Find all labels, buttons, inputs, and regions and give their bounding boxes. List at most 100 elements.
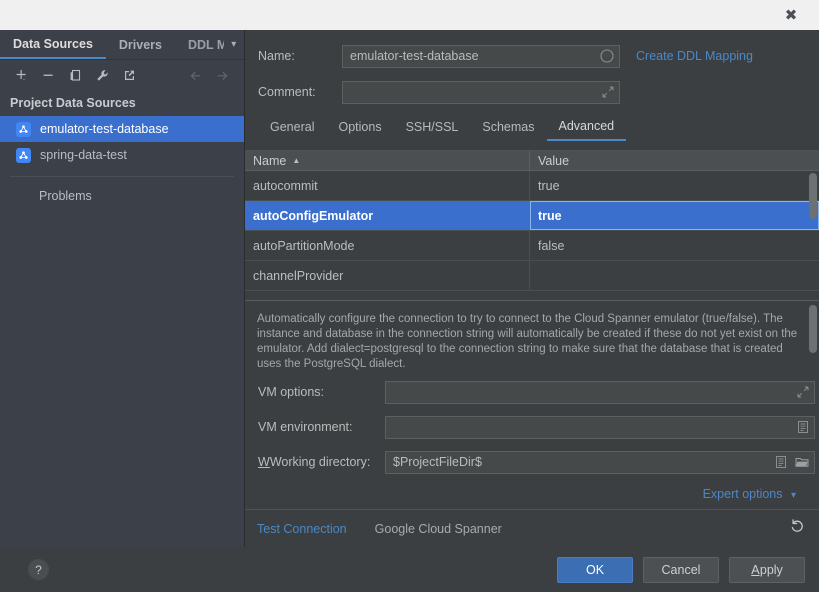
- sidebar-item-label: emulator-test-database: [40, 122, 169, 136]
- spanner-icon: [16, 148, 31, 163]
- table-row[interactable]: autoConfigEmulator true: [245, 201, 819, 231]
- tab-options[interactable]: Options: [326, 113, 393, 141]
- cell-value[interactable]: [530, 261, 819, 290]
- sort-ascending-icon: ▲: [292, 156, 300, 165]
- working-directory-value: $ProjectFileDir$: [393, 455, 482, 469]
- tab-drivers-label: Drivers: [119, 38, 162, 52]
- tab-ssh-ssl-label: SSH/SSL: [406, 120, 459, 134]
- properties-table: Name ▲ Value autocommit true autoConfigE…: [245, 150, 819, 300]
- close-icon[interactable]: ✖: [769, 0, 813, 30]
- expand-icon[interactable]: [602, 86, 614, 98]
- dialog-buttons: OK Cancel AApply: [557, 557, 805, 583]
- cell-name: autocommit: [245, 171, 530, 200]
- sidebar-item-problems[interactable]: Problems: [0, 177, 244, 203]
- sidebar-section-title: Project Data Sources: [0, 90, 244, 116]
- description-scrollbar[interactable]: [809, 305, 817, 353]
- working-directory-label: WWorking directory:: [258, 455, 385, 469]
- column-header-value[interactable]: Value: [530, 151, 819, 170]
- revert-icon[interactable]: [789, 518, 805, 539]
- arrow-right-icon[interactable]: [209, 63, 236, 87]
- column-header-name-label: Name: [253, 154, 286, 168]
- cell-name: autoConfigEmulator: [245, 201, 530, 230]
- dialog-window: ✖ Data Sources Drivers DDL M ▾: [0, 0, 819, 592]
- table-row[interactable]: autoPartitionMode false: [245, 231, 819, 261]
- tab-general-label: General: [270, 120, 314, 134]
- vm-options-input[interactable]: [385, 381, 815, 404]
- plus-icon[interactable]: [8, 63, 35, 87]
- name-label: Name:: [258, 49, 342, 63]
- driver-label: Google Cloud Spanner: [375, 522, 502, 536]
- tab-ddl-mappings-label: DDL M: [188, 38, 224, 52]
- sidebar: Data Sources Drivers DDL M ▾: [0, 30, 245, 547]
- tab-data-sources[interactable]: Data Sources: [0, 30, 106, 59]
- tab-schemas[interactable]: Schemas: [470, 113, 546, 141]
- comment-label: Comment:: [258, 85, 342, 99]
- sidebar-item-spring-data-test[interactable]: spring-data-test: [0, 142, 244, 168]
- table-row[interactable]: autocommit true: [245, 171, 819, 201]
- create-ddl-mapping-link[interactable]: Create DDL Mapping: [636, 49, 753, 63]
- tab-data-sources-label: Data Sources: [13, 37, 93, 51]
- vm-environment-row: VM environment:: [245, 415, 819, 439]
- sidebar-item-label: spring-data-test: [40, 148, 127, 162]
- ok-button[interactable]: OK: [557, 557, 633, 583]
- comment-input[interactable]: [342, 81, 620, 104]
- list-icon[interactable]: [797, 421, 809, 434]
- chevron-down-icon[interactable]: ▾: [791, 490, 796, 501]
- sidebar-item-emulator-test-database[interactable]: emulator-test-database: [0, 116, 244, 142]
- tab-ssh-ssl[interactable]: SSH/SSL: [394, 113, 471, 141]
- cell-value[interactable]: true: [530, 201, 819, 230]
- tab-drivers[interactable]: Drivers: [106, 30, 175, 59]
- title-bar: ✖: [0, 0, 819, 30]
- working-directory-row: WWorking directory: $ProjectFileDir$: [245, 450, 819, 474]
- spanner-icon: [16, 122, 31, 137]
- vm-environment-label: VM environment:: [258, 420, 385, 434]
- wrench-icon[interactable]: [89, 63, 116, 87]
- sidebar-tabstrip: Data Sources Drivers DDL M ▾: [0, 30, 244, 60]
- table-header: Name ▲ Value: [245, 151, 819, 171]
- vm-environment-input[interactable]: [385, 416, 815, 439]
- cell-value[interactable]: true: [530, 171, 819, 200]
- vm-options-row: VM options:: [245, 380, 819, 404]
- name-input[interactable]: emulator-test-database: [342, 45, 620, 68]
- column-header-name[interactable]: Name ▲: [245, 151, 530, 170]
- cancel-button[interactable]: Cancel: [643, 557, 719, 583]
- table-scrollbar[interactable]: [809, 173, 817, 219]
- folder-icon[interactable]: [795, 456, 809, 468]
- column-header-value-label: Value: [538, 154, 569, 168]
- minus-icon[interactable]: [35, 63, 62, 87]
- property-description-text: Automatically configure the connection t…: [245, 301, 819, 372]
- connection-status-bar: Test Connection Google Cloud Spanner: [245, 509, 819, 547]
- color-circle-icon[interactable]: [600, 49, 614, 63]
- tab-advanced[interactable]: Advanced: [547, 113, 627, 141]
- main-panel: Name: emulator-test-database Create DDL …: [245, 30, 819, 547]
- list-icon[interactable]: [775, 456, 787, 469]
- expert-options-link[interactable]: Expert options: [703, 487, 783, 501]
- test-connection-link[interactable]: Test Connection: [257, 522, 347, 536]
- arrow-left-icon[interactable]: [182, 63, 209, 87]
- vm-settings: VM options: VM environment:: [245, 380, 819, 503]
- working-directory-input[interactable]: $ProjectFileDir$: [385, 451, 815, 474]
- tab-options-label: Options: [338, 120, 381, 134]
- table-row[interactable]: channelProvider: [245, 261, 819, 291]
- tab-advanced-label: Advanced: [559, 119, 615, 133]
- tab-ddl-mappings[interactable]: DDL M: [175, 30, 224, 59]
- expert-options-row: Expert options ▾: [245, 485, 819, 503]
- help-button[interactable]: ?: [28, 559, 49, 580]
- tab-schemas-label: Schemas: [482, 120, 534, 134]
- property-description-panel: Automatically configure the connection t…: [245, 300, 819, 376]
- name-row: Name: emulator-test-database Create DDL …: [245, 44, 819, 68]
- comment-row: Comment:: [245, 80, 819, 104]
- cell-name: channelProvider: [245, 261, 530, 290]
- sidebar-toolbar: [0, 60, 244, 90]
- tab-general[interactable]: General: [258, 113, 326, 141]
- cell-value[interactable]: false: [530, 231, 819, 260]
- apply-button[interactable]: AApply: [729, 557, 805, 583]
- dialog-footer: ? OK Cancel AApply: [0, 547, 819, 592]
- name-input-value: emulator-test-database: [350, 49, 479, 63]
- external-link-icon[interactable]: [116, 63, 143, 87]
- cell-name: autoPartitionMode: [245, 231, 530, 260]
- expand-icon[interactable]: [797, 386, 809, 398]
- copy-icon[interactable]: [62, 63, 89, 87]
- chevron-down-icon[interactable]: ▾: [224, 30, 244, 59]
- vm-options-label: VM options:: [258, 385, 385, 399]
